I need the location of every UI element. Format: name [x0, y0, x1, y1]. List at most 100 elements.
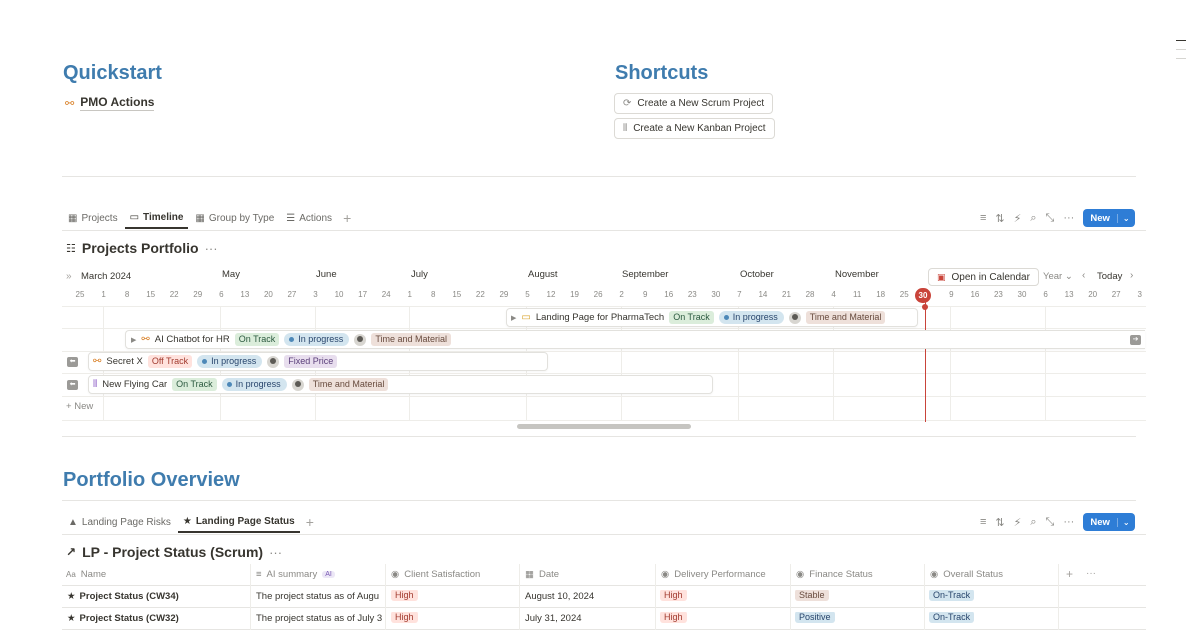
project-name: Secret X — [106, 356, 143, 367]
sort-icon[interactable]: ⇅ — [995, 516, 1004, 529]
tab-group-by-type[interactable]: ▦ Group by Type — [190, 207, 279, 229]
search-icon[interactable]: ⌕ — [1030, 212, 1036, 225]
more-icon[interactable]: ··· — [205, 241, 218, 256]
expand-icon[interactable]: ⤡ — [1046, 212, 1055, 225]
row-delivery-cell[interactable]: High — [660, 612, 687, 623]
row-summary-cell[interactable]: The project status as of Augu — [256, 591, 386, 602]
timeline-day-label: 25 — [75, 290, 85, 299]
create-kanban-project-button[interactable]: ⫴ Create a New Kanban Project — [614, 118, 775, 139]
status-type-icon: ◉ — [930, 569, 939, 580]
scroll-right-arrow-icon[interactable]: ➔ — [1130, 335, 1141, 345]
chevron-down-icon: ⌄ — [1064, 271, 1073, 282]
filter-icon[interactable]: ≡ — [980, 516, 986, 528]
list-icon: ☷ — [66, 242, 76, 255]
pmo-actions-label: PMO Actions — [80, 95, 155, 111]
overview-view-tabs: ▲ Landing Page Risks ★ Landing Page Status… — [63, 511, 318, 533]
column-header-name[interactable]: Aa Name — [66, 569, 106, 580]
timeline-day-label: 29 — [499, 290, 509, 299]
column-header-delivery-performance[interactable]: ◉ Delivery Performance — [661, 569, 766, 580]
open-in-calendar-button[interactable]: ▣ Open in Calendar — [928, 268, 1039, 286]
row-overall-cell[interactable]: On-Track — [929, 612, 975, 623]
more-icon[interactable]: ··· — [269, 545, 282, 560]
scroll-left-arrow-icon[interactable]: ⬅ — [67, 357, 78, 367]
chevron-down-icon[interactable]: ⌄ — [1116, 517, 1135, 527]
collapse-chevron-icon[interactable]: » — [66, 271, 72, 282]
add-view-icon[interactable]: + — [339, 210, 355, 226]
expand-icon[interactable]: ⤡ — [1046, 516, 1055, 529]
tab-group-by-type-label: Group by Type — [208, 212, 275, 224]
projects-new-button[interactable]: New ⌄ — [1083, 209, 1135, 227]
column-header-label: Overall Status — [943, 569, 1003, 580]
timeline-bar-landing-page[interactable]: ▶ ▭ Landing Page for PharmaTech On Track… — [506, 308, 918, 327]
tab-actions[interactable]: ☰ Actions — [281, 207, 337, 229]
timeline-icon: ▭ — [129, 211, 140, 223]
timescale-select[interactable]: Year ⌄ — [1043, 271, 1073, 282]
status-label: In progress — [298, 334, 344, 344]
create-scrum-project-button[interactable]: ⟳ Create a New Scrum Project — [614, 93, 774, 114]
row-date-cell[interactable]: August 10, 2024 — [525, 591, 594, 602]
tab-landing-page-status[interactable]: ★ Landing Page Status — [177, 511, 300, 533]
column-header-ai-summary[interactable]: ≡ AI summary AI — [256, 569, 335, 580]
timeline-day-label: 2 — [619, 290, 624, 299]
automation-icon[interactable]: ⚡ — [1014, 212, 1022, 225]
timeline-gridline — [950, 306, 952, 420]
table-row[interactable]: ★ Project Status (CW34) The project statu… — [62, 586, 1146, 607]
timeline-scrollbar[interactable] — [517, 424, 691, 429]
row-name-cell[interactable]: ★ Project Status (CW34) — [67, 591, 251, 602]
more-icon[interactable]: ··· — [1063, 516, 1074, 528]
lp-project-status-title: ↗ LP - Project Status (Scrum) ··· — [66, 544, 282, 560]
month-label: May — [222, 269, 240, 280]
more-icon[interactable]: ··· — [1063, 212, 1074, 224]
row-client-cell[interactable]: High — [391, 590, 418, 601]
status-type-icon: ◉ — [796, 569, 805, 580]
column-header-date[interactable]: ▦ Date — [525, 569, 559, 580]
add-column-icon[interactable]: + — [1066, 567, 1073, 581]
timeline-bar-new-flying-car[interactable]: ⫴ New Flying Car On Track In progress Ti… — [88, 375, 713, 394]
row-finance-cell[interactable]: Positive — [795, 612, 835, 623]
more-icon[interactable]: ··· — [1086, 568, 1096, 579]
projects-portfolio-label: Projects Portfolio — [81, 240, 199, 256]
timeline-bar-ai-chatbot[interactable]: ▶ ⚯ AI Chatbot for HR On Track In progre… — [125, 330, 1145, 349]
overview-new-button[interactable]: New ⌄ — [1083, 513, 1135, 531]
row-date-cell[interactable]: July 31, 2024 — [525, 613, 582, 624]
tab-timeline[interactable]: ▭ Timeline — [124, 207, 189, 229]
table-icon: ▦ — [195, 212, 205, 224]
next-icon[interactable]: › — [1130, 270, 1133, 281]
quickstart-heading: Quickstart — [63, 62, 162, 84]
status-tag: In progress — [197, 355, 263, 368]
search-icon[interactable]: ⌕ — [1030, 516, 1036, 529]
expand-triangle-icon[interactable]: ▶ — [131, 336, 136, 344]
row-summary-cell[interactable]: The project status as of July 3 — [256, 613, 386, 624]
row-delivery-cell[interactable]: High — [660, 590, 687, 601]
automation-icon[interactable]: ⚡ — [1014, 516, 1022, 529]
column-header-finance-status[interactable]: ◉ Finance Status — [796, 569, 873, 580]
today-button[interactable]: Today — [1097, 271, 1122, 282]
calendar-icon: ▣ — [937, 271, 946, 282]
row-name-cell[interactable]: ★ Project Status (CW32) — [67, 613, 251, 624]
column-header-client-satisfaction[interactable]: ◉ Client Satisfaction — [391, 569, 480, 580]
overall-status-tag: On-Track — [929, 612, 975, 623]
add-view-icon[interactable]: + — [302, 514, 318, 530]
tab-projects[interactable]: ▦ Projects — [63, 207, 123, 229]
sort-icon[interactable]: ⇅ — [995, 212, 1004, 225]
tab-landing-page-risks[interactable]: ▲ Landing Page Risks — [63, 511, 176, 533]
timeline-bar-secret-x[interactable]: ⚯ Secret X Off Track In progress Fixed P… — [88, 352, 548, 371]
today-line — [925, 298, 926, 422]
column-header-overall-status[interactable]: ◉ Overall Status — [930, 569, 1003, 580]
section-divider — [62, 500, 1136, 501]
page-menu-icon[interactable] — [1176, 40, 1186, 59]
pmo-actions-link[interactable]: ⚯ PMO Actions — [65, 95, 155, 111]
table-row[interactable]: ★ Project Status (CW32) The project statu… — [62, 608, 1146, 629]
previous-icon[interactable]: ‹ — [1082, 270, 1085, 281]
scroll-left-arrow-icon[interactable]: ⬅ — [67, 380, 78, 390]
row-client-cell[interactable]: High — [391, 612, 418, 623]
filter-icon[interactable]: ≡ — [980, 212, 986, 224]
chevron-down-icon[interactable]: ⌄ — [1116, 213, 1135, 223]
expand-triangle-icon[interactable]: ▶ — [511, 314, 516, 322]
tab-actions-label: Actions — [299, 212, 333, 224]
delivery-tag: High — [660, 612, 687, 623]
timeline-add-new[interactable]: + New — [66, 401, 93, 412]
timeline-day-label: 6 — [219, 290, 224, 299]
row-finance-cell[interactable]: Stable — [795, 590, 829, 601]
row-overall-cell[interactable]: On-Track — [929, 590, 975, 601]
